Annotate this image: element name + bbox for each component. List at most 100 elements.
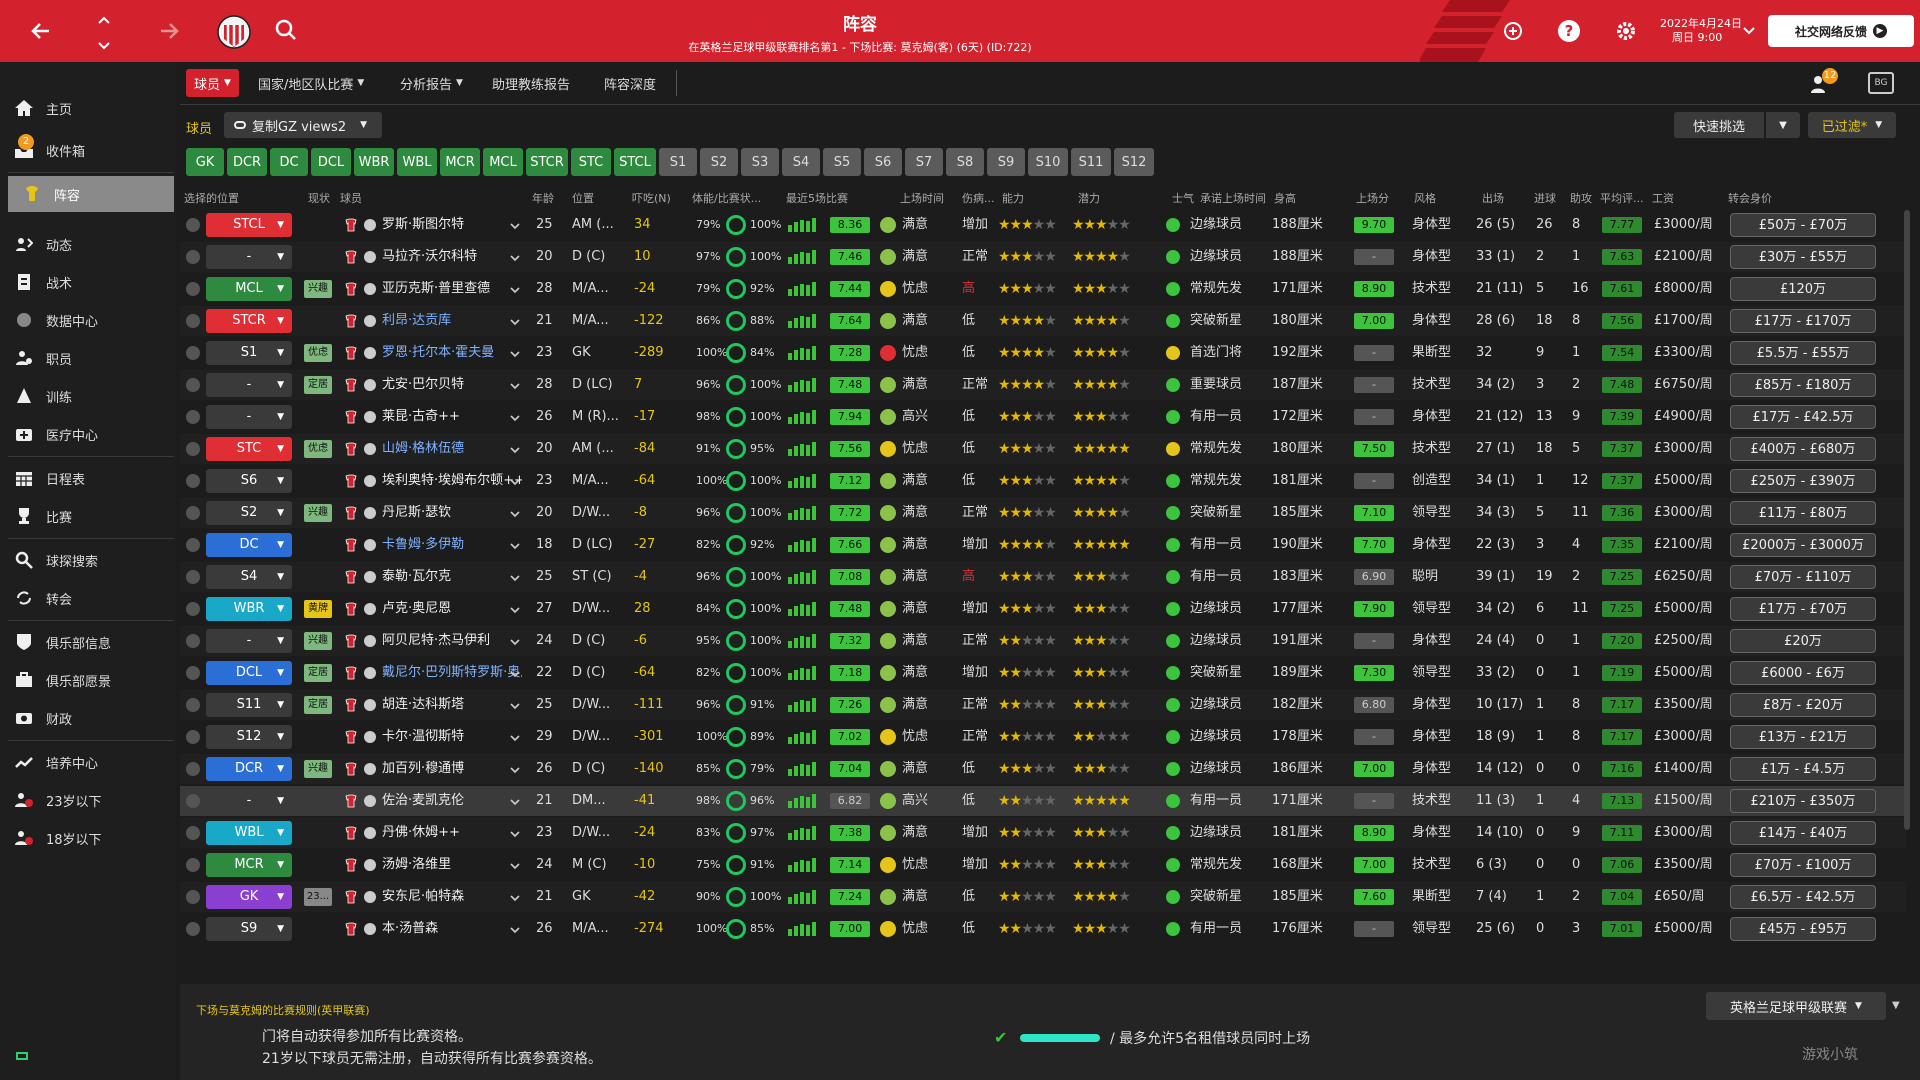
selected-position-dropdown[interactable]: S2 ▼ bbox=[206, 501, 292, 525]
selected-position-dropdown[interactable]: S1 ▼ bbox=[206, 341, 292, 365]
sidebar-item-scouting[interactable]: 球探搜索 bbox=[0, 542, 176, 578]
transfer-value-button[interactable]: £2000万 - £3000万 bbox=[1730, 533, 1876, 557]
transfer-value-button[interactable]: £30万 - £55万 bbox=[1730, 245, 1876, 269]
transfer-value-button[interactable]: £85万 - £180万 bbox=[1730, 373, 1876, 397]
position-filter-s5[interactable]: S5 bbox=[823, 148, 861, 176]
forward-arrow-icon[interactable] bbox=[154, 16, 184, 46]
player-name-link[interactable]: 安东尼·帕特森 bbox=[382, 882, 522, 912]
position-filter-dc[interactable]: DC bbox=[270, 148, 308, 176]
position-filter-s7[interactable]: S7 bbox=[905, 148, 943, 176]
transfer-value-button[interactable]: £400万 - £680万 bbox=[1730, 437, 1876, 461]
sidebar-item-squad[interactable]: 阵容 bbox=[8, 176, 174, 212]
chevron-down-icon[interactable] bbox=[510, 764, 520, 774]
sidebar-item-staff[interactable]: 职员 bbox=[0, 340, 176, 376]
chevron-down-icon[interactable] bbox=[510, 444, 520, 454]
player-name-link[interactable]: 本·汤普森 bbox=[382, 914, 522, 944]
club-crest-icon[interactable] bbox=[214, 12, 254, 52]
column-header[interactable]: 风格 bbox=[1414, 190, 1436, 206]
tab-players[interactable]: 球员 ▼ bbox=[186, 69, 239, 97]
player-name-link[interactable]: 加百列·穆通博 bbox=[382, 754, 522, 784]
position-filter-s4[interactable]: S4 bbox=[782, 148, 820, 176]
player-name-link[interactable]: 山姆·格林伍德 bbox=[382, 434, 522, 464]
player-name-link[interactable]: 戴尼尔·巴列斯特罗斯·奥尼 bbox=[382, 658, 522, 688]
player-name-link[interactable]: 亚历克斯·普里查德 bbox=[382, 274, 522, 304]
transfer-value-button[interactable]: £70万 - £110万 bbox=[1730, 565, 1876, 589]
chevron-down-icon[interactable] bbox=[510, 540, 520, 550]
column-header[interactable]: 进球 bbox=[1534, 190, 1556, 206]
help-icon[interactable]: ? bbox=[1556, 18, 1582, 44]
chevron-down-icon[interactable] bbox=[510, 636, 520, 646]
transfer-value-button[interactable]: £14万 - £40万 bbox=[1730, 821, 1876, 845]
column-header[interactable]: 伤病... bbox=[962, 190, 995, 206]
selected-position-dropdown[interactable]: S11 ▼ bbox=[206, 693, 292, 717]
row-select-checkbox[interactable] bbox=[186, 506, 200, 520]
position-filter-stcr[interactable]: STCR bbox=[526, 148, 568, 176]
table-row[interactable]: DC ▼ 卡鲁姆·多伊勒 18 D (LC) -27 82% 92% 7.66 满意 增加 ★★★★★… bbox=[180, 530, 1906, 560]
chevron-down-icon[interactable] bbox=[510, 700, 520, 710]
gear-icon[interactable] bbox=[1613, 18, 1639, 44]
column-header[interactable]: 位置 bbox=[572, 190, 594, 206]
tab-assistant-report[interactable]: 助理教练报告 bbox=[484, 69, 578, 97]
position-filter-s6[interactable]: S6 bbox=[864, 148, 902, 176]
sidebar-item-dynamics[interactable]: 动态 bbox=[0, 226, 176, 262]
row-select-checkbox[interactable] bbox=[186, 826, 200, 840]
chevron-down-icon[interactable] bbox=[510, 476, 520, 486]
sidebar-item-medical[interactable]: 医疗中心 bbox=[0, 416, 176, 452]
selected-position-dropdown[interactable]: - ▼ bbox=[206, 373, 292, 397]
position-filter-s10[interactable]: S10 bbox=[1028, 148, 1068, 176]
transfer-value-button[interactable]: £6000 - £6万 bbox=[1730, 661, 1876, 685]
sidebar-item-transfers[interactable]: 转会 bbox=[0, 580, 176, 616]
sidebar-item-u18[interactable]: 18岁以下 bbox=[0, 820, 176, 856]
column-header[interactable]: 身高 bbox=[1274, 190, 1296, 206]
position-filter-s3[interactable]: S3 bbox=[741, 148, 779, 176]
player-name-link[interactable]: 丹尼斯·瑟钦 bbox=[382, 498, 522, 528]
sync-icon[interactable] bbox=[1500, 18, 1526, 44]
selected-position-dropdown[interactable]: S12 ▼ bbox=[206, 725, 292, 749]
column-header[interactable]: 潜力 bbox=[1078, 190, 1100, 206]
row-select-checkbox[interactable] bbox=[186, 858, 200, 872]
search-icon[interactable] bbox=[274, 18, 298, 42]
row-select-checkbox[interactable] bbox=[186, 218, 200, 232]
table-row[interactable]: S11 ▼ 定居 胡连·达科斯塔 25 D/W... -111 96% 91% 7.26 满意 正常 ★… bbox=[180, 690, 1906, 720]
position-filter-mcl[interactable]: MCL bbox=[483, 148, 523, 176]
table-row[interactable]: - ▼ 马拉齐·沃尔科特 20 D (C) 10 97% 100% 7.46 满意 正常 ★★★★★ ★… bbox=[180, 242, 1906, 272]
chevron-down-icon[interactable] bbox=[510, 828, 520, 838]
chevron-down-icon[interactable] bbox=[510, 796, 520, 806]
selected-position-dropdown[interactable]: S4 ▼ bbox=[206, 565, 292, 589]
player-name-link[interactable]: 胡连·达科斯塔 bbox=[382, 690, 522, 720]
column-header[interactable]: 球员 bbox=[340, 190, 362, 206]
date-chevron-icon[interactable] bbox=[1742, 24, 1756, 38]
column-header[interactable]: 吓吃(N) bbox=[632, 190, 671, 206]
position-filter-dcl[interactable]: DCL bbox=[311, 148, 351, 176]
sidebar-item-finance[interactable]: 财政 bbox=[0, 700, 176, 736]
selected-position-dropdown[interactable]: STC ▼ bbox=[206, 437, 292, 461]
selected-position-dropdown[interactable]: S9 ▼ bbox=[206, 917, 292, 941]
chevron-down-icon[interactable] bbox=[510, 572, 520, 582]
chevron-down-icon[interactable] bbox=[510, 220, 520, 230]
chevron-down-icon[interactable] bbox=[510, 316, 520, 326]
selected-position-dropdown[interactable]: GK ▼ bbox=[206, 885, 292, 909]
table-row[interactable]: - ▼ 定居 尤安·巴尔贝特 28 D (LC) 7 96% 100% 7.48 满意 正常 ★★★★★… bbox=[180, 370, 1906, 400]
column-header[interactable]: 最近5场比赛 bbox=[786, 190, 848, 206]
position-filter-wbl[interactable]: WBL bbox=[397, 148, 437, 176]
table-row[interactable]: MCR ▼ 汤姆·洛维里 24 M (C) -10 75% 91% 7.14 忧虑 增加 ★★★★★ ★… bbox=[180, 850, 1906, 880]
selected-position-dropdown[interactable]: DC ▼ bbox=[206, 533, 292, 557]
position-filter-stcl[interactable]: STCL bbox=[614, 148, 656, 176]
transfer-value-button[interactable]: £5.5万 - £55万 bbox=[1730, 341, 1876, 365]
chevron-down-icon[interactable] bbox=[510, 924, 520, 934]
transfer-value-button[interactable]: £250万 - £390万 bbox=[1730, 469, 1876, 493]
position-filter-s12[interactable]: S12 bbox=[1114, 148, 1154, 176]
table-row[interactable]: S9 ▼ 本·汤普森 26 M/A... -274 100% 85% 7.00 忧虑 低 ★★★★★ ★… bbox=[180, 914, 1906, 944]
table-row[interactable]: S1 ▼ 优虑 罗恩·托尔本·霍夫曼 23 GK -289 100% 84% 7.28 忧虑 低 ★★★… bbox=[180, 338, 1906, 368]
transfer-value-button[interactable]: £210万 - £350万 bbox=[1730, 789, 1876, 813]
row-select-checkbox[interactable] bbox=[186, 730, 200, 744]
player-name-link[interactable]: 泰勒·瓦尔克 bbox=[382, 562, 522, 592]
view-selector[interactable]: 复制GZ views2 ▼ bbox=[224, 112, 382, 138]
player-name-link[interactable]: 罗恩·托尔本·霍夫曼 bbox=[382, 338, 522, 368]
column-header[interactable]: 能力 bbox=[1002, 190, 1024, 206]
player-name-link[interactable]: 佐治·麦凯克伦 bbox=[382, 786, 522, 816]
selected-position-dropdown[interactable]: STCL ▼ bbox=[206, 213, 292, 237]
table-row[interactable]: - ▼ 莱昆·古奇++ 26 M (R)... -17 98% 100% 7.94 高兴低 ★★★★… bbox=[180, 402, 1906, 432]
row-select-checkbox[interactable] bbox=[186, 698, 200, 712]
sidebar-item-competitions[interactable]: 比赛 bbox=[0, 498, 176, 534]
